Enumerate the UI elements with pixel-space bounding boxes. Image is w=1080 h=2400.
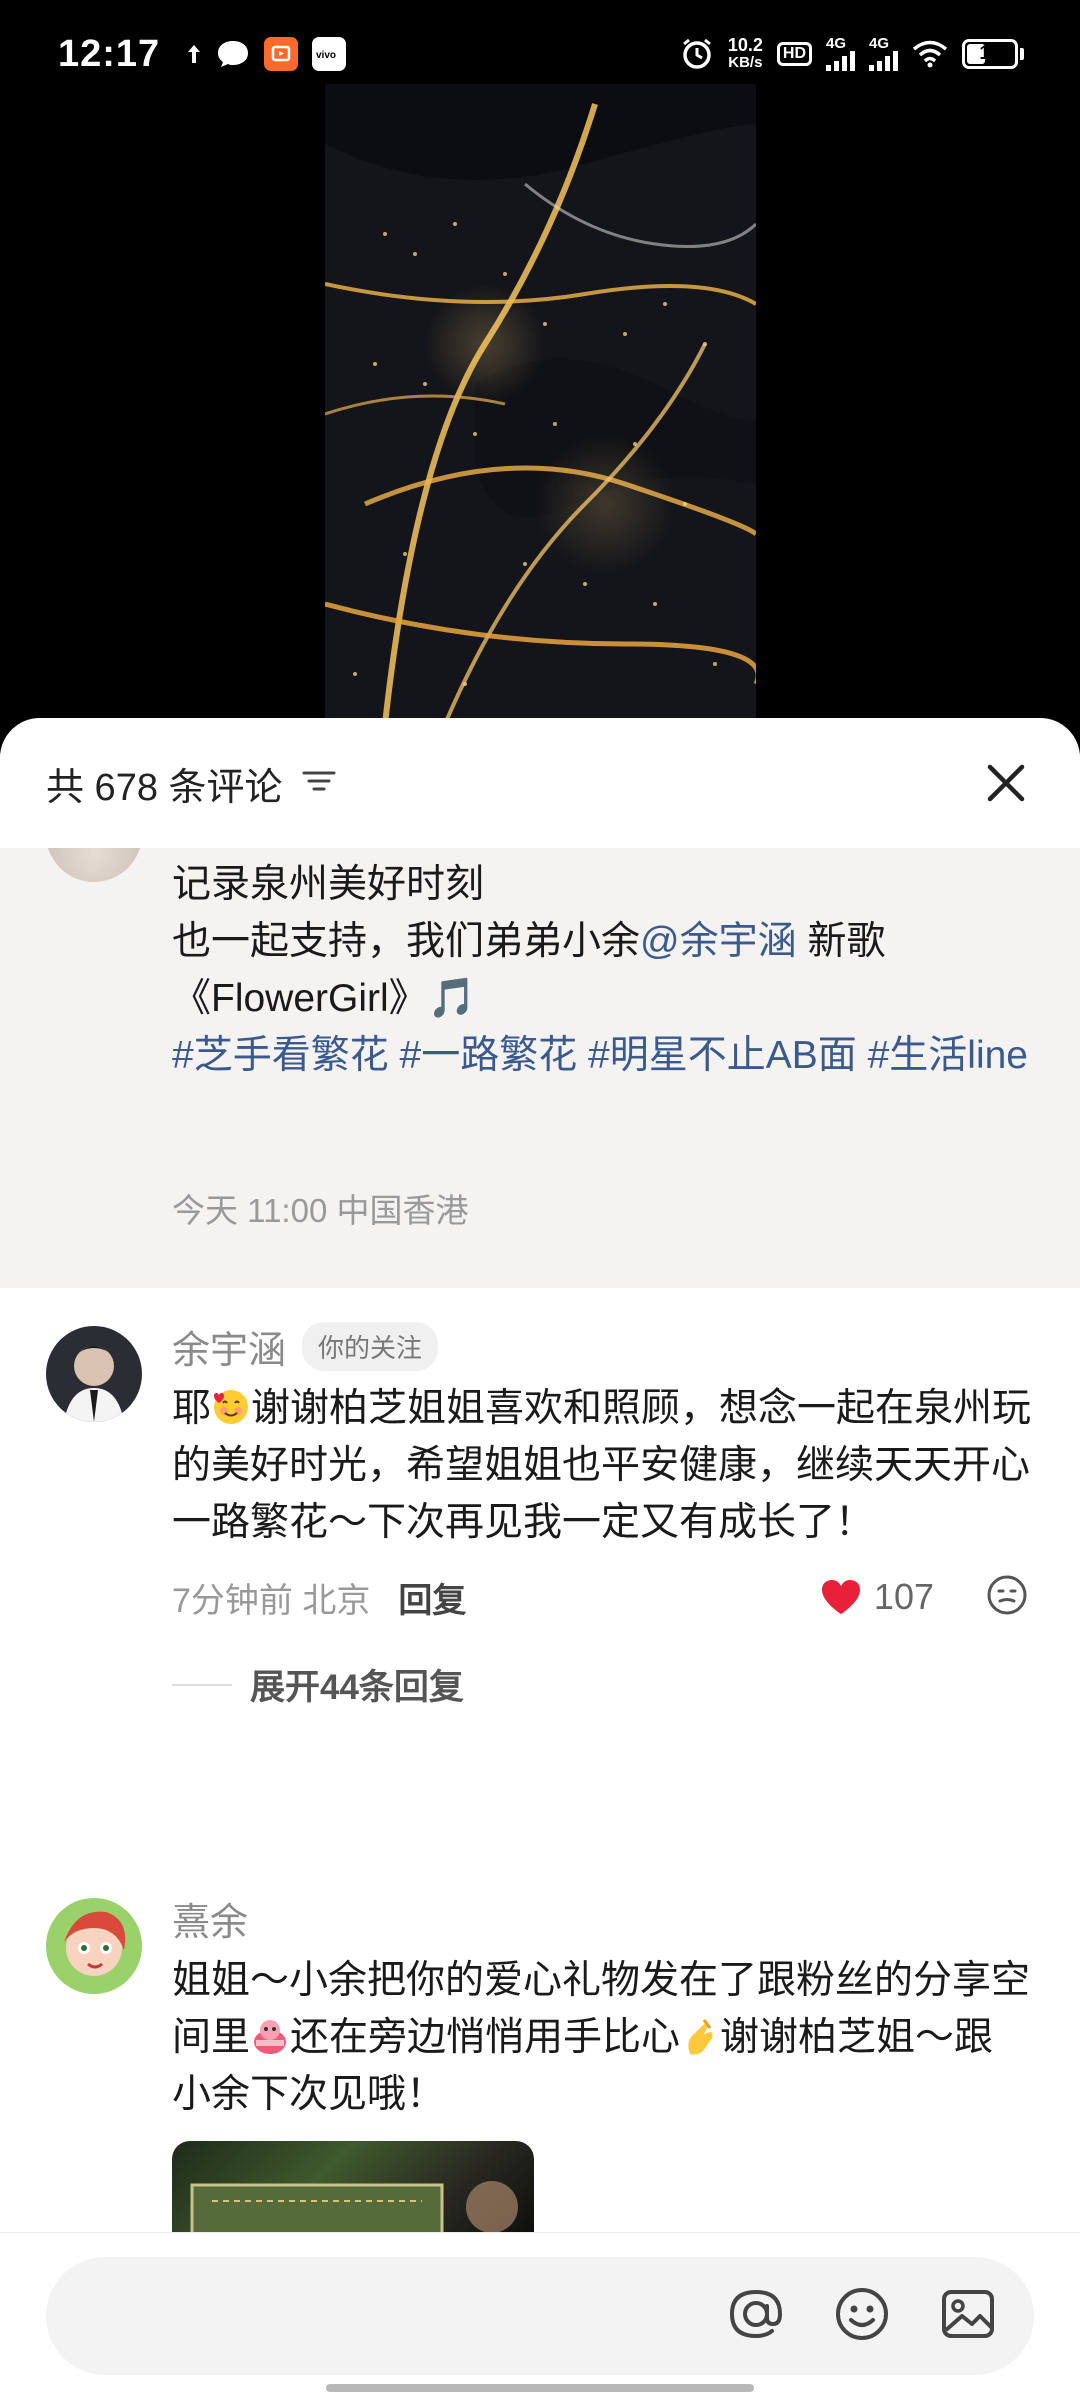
battery-tip: [1020, 48, 1024, 60]
hashtag-links[interactable]: #芝手看繁花 #一路繁花 #明星不止AB面 #生活line: [172, 1027, 1032, 1084]
night-city-illustration: [325, 84, 756, 724]
comment-body: 余宇涵 你的关注 耶谢谢柏芝姐姐喜欢和照顾，想念一起在泉州玩的美好时光，希望姐姐…: [172, 1318, 1032, 1710]
caption-text-segment: 也一起支持，我们弟弟小余: [172, 920, 641, 963]
avatar[interactable]: [46, 1326, 142, 1422]
signal-type-label: 4G: [869, 35, 890, 52]
signal-strength-sim2: 4G: [869, 35, 898, 71]
status-system-icons: 10.2 KB/s HD 4G 4G 15: [680, 36, 1024, 72]
comment-text-segment: 谢谢柏芝姐姐喜欢和照顾，想念一起在泉州玩的美好时光，希望姐姐也平安健康，继续天天…: [172, 1387, 1032, 1544]
image-icon[interactable]: [938, 2284, 998, 2349]
caption-meta: 今天 11:00 中国香港: [172, 1192, 469, 1229]
battery-level: 15: [979, 43, 1001, 64]
status-notification-icons: vivo: [186, 37, 347, 71]
comment-input-container[interactable]: [46, 2257, 1034, 2375]
battery-body: 15: [962, 39, 1018, 69]
vivo-icon: vivo: [312, 37, 347, 71]
battery-icon: 15: [962, 39, 1024, 69]
comment-body: 熹余 姐姐～小余把你的爱心礼物发在了跟粉丝的分享空间里 还在旁边悄悄用手比心 谢谢柏…: [172, 1890, 1032, 2241]
alarm-icon: [680, 37, 714, 71]
comment-image-thumbnail: [190, 2181, 518, 2241]
comment-meta-row: 7分钟前 北京 回复 107: [172, 1569, 1032, 1625]
wifi-icon: [912, 40, 948, 68]
comment-text: 姐姐～小余把你的爱心礼物发在了跟粉丝的分享空间里 还在旁边悄悄用手比心 谢谢柏芝姐～…: [172, 1952, 1032, 2123]
caption-text-segment: 新歌: [796, 920, 886, 963]
status-bar: 12:17 vivo 10.2 KB/s HD 4G 4G 15: [0, 0, 1080, 108]
comment-text-segment: 耶: [172, 1387, 212, 1430]
signal-bars-icon: [869, 51, 898, 71]
comment-sheet-header: 共 678 条评论: [0, 718, 1080, 848]
comment-username[interactable]: 熹余: [172, 1891, 248, 1946]
reply-button[interactable]: 回复: [398, 1573, 466, 1622]
filter-lines-icon[interactable]: [301, 767, 337, 800]
at-icon[interactable]: [726, 2284, 786, 2349]
caption-line: 记录泉州美好时刻: [172, 863, 485, 906]
input-actions: [726, 2284, 998, 2349]
video-frame-night-city[interactable]: [325, 84, 756, 724]
comment-sheet: 共 678 条评论 记录泉州美好时刻 也一起支持，我们弟弟小余@余宇涵 新歌 《…: [0, 718, 1080, 2400]
svg-text:vivo: vivo: [316, 50, 336, 60]
app-icon: [264, 37, 299, 71]
hd-badge: HD: [776, 42, 812, 66]
comment-text-segment: 还在旁边悄悄用手比心: [290, 2016, 681, 2059]
comment-input-bar: [0, 2232, 1080, 2400]
upload-arrow-icon: [186, 43, 202, 65]
divider: [172, 1683, 232, 1686]
signal-type-label: 4G: [826, 35, 847, 52]
close-button[interactable]: [978, 755, 1034, 811]
following-badge: 你的关注: [302, 1321, 439, 1371]
comment-input[interactable]: [92, 2286, 726, 2346]
smiling-hearts-emoji-icon: [211, 1386, 251, 1426]
like-count: 107: [873, 1576, 934, 1617]
comment-time-location: 7分钟前 北京: [172, 1581, 371, 1620]
emoji-icon[interactable]: [832, 2284, 892, 2349]
avatar[interactable]: [46, 1898, 142, 1994]
comment-username[interactable]: 余宇涵: [172, 1319, 286, 1374]
comment-header: 熹余: [172, 1890, 1032, 1946]
finger-heart-emoji-icon: [680, 2015, 720, 2055]
video-player[interactable]: [0, 0, 1080, 760]
comment-text: 耶谢谢柏芝姐姐喜欢和照顾，想念一起在泉州玩的美好时光，希望姐姐也平安健康，继续天…: [172, 1380, 1032, 1551]
caption-line: 《FlowerGirl》🎵: [172, 977, 477, 1020]
like-button[interactable]: 107: [820, 1576, 934, 1618]
caption-text: 记录泉州美好时刻 也一起支持，我们弟弟小余@余宇涵 新歌 《FlowerGirl…: [172, 856, 1032, 1084]
gift-blob-emoji-icon: [250, 2015, 290, 2055]
status-time: 12:17: [58, 32, 161, 75]
post-caption: 记录泉州美好时刻 也一起支持，我们弟弟小余@余宇涵 新歌 《FlowerGirl…: [0, 834, 1080, 1288]
heart-filled-icon: [821, 1580, 860, 1614]
expand-replies-button[interactable]: 展开44条回复: [172, 1659, 1032, 1710]
network-speed-unit: KB/s: [728, 54, 763, 71]
mention-link[interactable]: @余宇涵: [640, 920, 797, 963]
close-icon: [987, 764, 1025, 802]
home-indicator[interactable]: [326, 2384, 754, 2392]
signal-strength-sim1: 4G: [826, 35, 855, 71]
network-speed: 10.2 KB/s: [728, 36, 763, 72]
caption-line: 也一起支持，我们弟弟小余@余宇涵 新歌: [172, 913, 1032, 970]
expand-replies-label: 展开44条回复: [250, 1668, 464, 1707]
network-speed-value: 10.2: [727, 35, 763, 55]
emoji-reaction-icon[interactable]: [986, 1574, 1028, 1621]
comment-image[interactable]: [172, 2141, 534, 2241]
message-bubble-icon: [216, 39, 250, 69]
comment-count: 共 678 条评论: [46, 766, 283, 809]
signal-bars-icon: [826, 51, 855, 71]
comment-header: 余宇涵 你的关注: [172, 1318, 1032, 1374]
